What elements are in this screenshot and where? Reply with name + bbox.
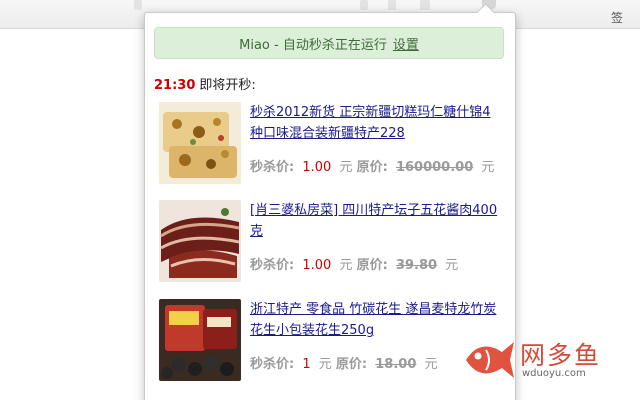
currency-unit: 元 (481, 160, 495, 175)
toolbar-ghost-mark (388, 0, 396, 10)
cake-photo-icon[interactable] (159, 102, 241, 184)
sale-price-label: 秒杀价: (250, 258, 295, 273)
toolbar-ghost-mark (360, 0, 368, 10)
product-item: 浙江特产 零食品 竹碳花生 遂昌麦特龙竹炭花生小包装花生250g 秒杀价: 1 … (159, 299, 509, 383)
currency-unit: 元 (445, 258, 459, 273)
product-item: [肖三婆私房菜] 四川特产坛子五花酱肉400克 秒杀价: 1.00 元 原价: … (159, 200, 509, 284)
settings-link[interactable]: 设置 (393, 34, 419, 53)
currency-unit: 元 (339, 258, 353, 273)
sale-price: 1.00 (302, 160, 332, 175)
original-price: 160000.00 (395, 160, 474, 175)
original-price-label: 原价: (335, 357, 368, 372)
original-price-label: 原价: (356, 258, 388, 273)
status-text: Miao - 自动秒杀正在运行 (239, 37, 387, 53)
original-price-label: 原价: (356, 160, 388, 175)
toolbar-ghost-mark (420, 0, 430, 10)
watermark: 网多鱼 wduoyu.com (458, 330, 638, 390)
original-price: 39.80 (395, 258, 438, 273)
countdown-line: 21:30 即将开秒: (154, 74, 256, 93)
currency-unit: 元 (424, 357, 438, 372)
countdown-time: 21:30 (154, 78, 196, 93)
original-price: 18.00 (375, 357, 417, 372)
peanut-package-photo-icon[interactable] (159, 299, 241, 381)
product-title-link[interactable]: 秒杀2012新货 正宗新疆切糕玛仁糖什锦4种口味混合装新疆特产228 (250, 102, 500, 144)
currency-unit: 元 (318, 357, 332, 372)
watermark-text: 网多鱼 (520, 341, 602, 370)
product-item: 秒杀2012新货 正宗新疆切糕玛仁糖什锦4种口味混合装新疆特产228 秒杀价: … (159, 102, 509, 186)
status-bar: Miao - 自动秒杀正在运行 设置 (154, 27, 504, 59)
price-line: 秒杀价: 1.00 元 原价: 160000.00 元 (250, 156, 494, 175)
fish-logo-icon (466, 342, 514, 378)
toolbar-ghost-mark (134, 0, 142, 10)
sale-price-label: 秒杀价: (250, 160, 295, 175)
currency-unit: 元 (339, 160, 353, 175)
product-title-link[interactable]: [肖三婆私房菜] 四川特产坛子五花酱肉400克 (250, 200, 500, 242)
screen: 签 Miao - 自动秒杀正在运行 设置 21:30 即将开秒: 秒杀2012新… (0, 0, 640, 400)
price-line: 秒杀价: 1.00 元 原价: 39.80 元 (250, 254, 458, 273)
cured-pork-photo-icon[interactable] (159, 200, 241, 282)
countdown-label: 即将开秒: (199, 78, 256, 93)
watermark-url: wduoyu.com (522, 368, 586, 379)
sale-price: 1.00 (302, 258, 332, 273)
sale-price: 1 (302, 357, 311, 372)
bookmark-edge-text: 签 (611, 11, 624, 25)
price-line: 秒杀价: 1 元 原价: 18.00 元 (250, 353, 438, 372)
sale-price-label: 秒杀价: (250, 357, 295, 372)
